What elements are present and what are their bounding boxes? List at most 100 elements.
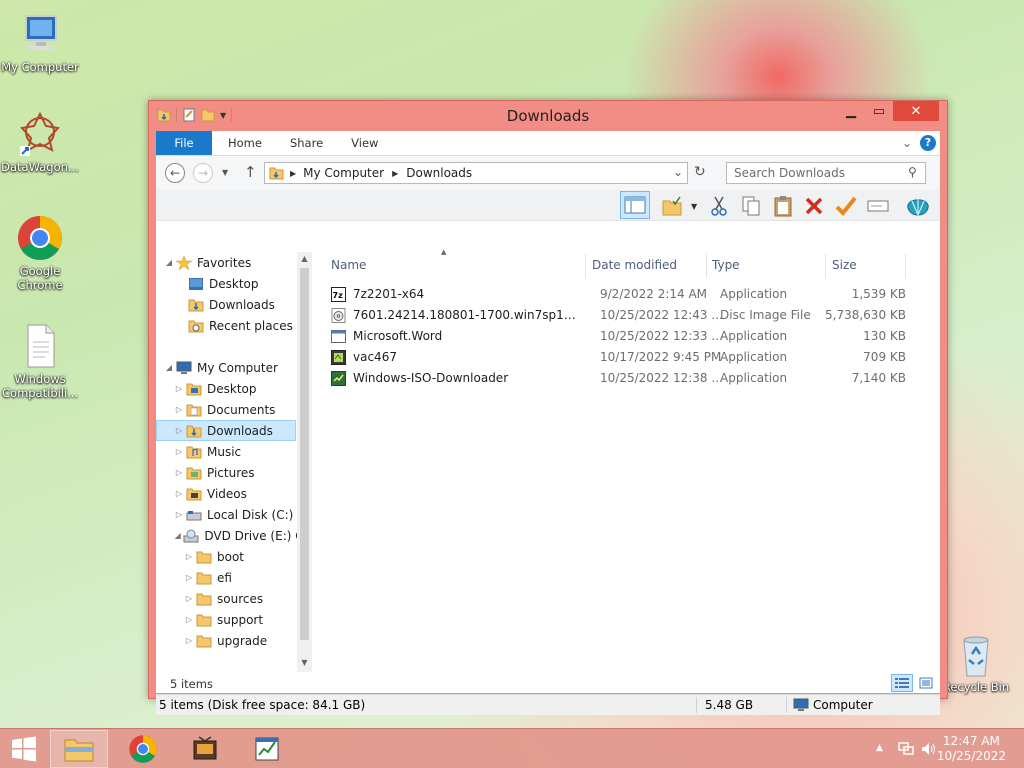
expand-arrow-icon[interactable]: ◢ (164, 258, 174, 267)
desktop-icon-recycle-bin[interactable]: Recycle Bin (936, 630, 1016, 694)
collapse-arrow-icon[interactable]: ▷ (174, 384, 184, 393)
breadcrumb-downloads[interactable]: Downloads (406, 166, 472, 180)
nav-fav-recent[interactable]: Recent places (176, 315, 296, 336)
nav-videos[interactable]: ▷ Videos (174, 483, 296, 504)
nav-dvd-drive[interactable]: ◢ DVD Drive (E:) CC (174, 525, 312, 546)
desktop-icon-google-chrome[interactable]: Google Chrome (0, 214, 80, 292)
recent-locations-icon[interactable]: ▼ (222, 168, 228, 177)
search-icon[interactable]: ⚲ (908, 165, 917, 179)
nav-fav-downloads[interactable]: Downloads (176, 294, 296, 315)
network-icon[interactable] (897, 741, 915, 757)
nav-documents[interactable]: ▷ Documents (174, 399, 296, 420)
desktop-icon-datawagon[interactable]: DataWagon... (0, 110, 80, 174)
help-button[interactable]: ? (920, 135, 936, 151)
file-row[interactable]: 7z 7z2201-x64 9/2/2022 2:14 AM Applicati… (329, 284, 909, 305)
scroll-up-icon[interactable]: ▲ (297, 254, 312, 263)
maximize-button[interactable]: ▭ (865, 101, 893, 121)
tab-file[interactable]: File (156, 131, 212, 155)
system-clock[interactable]: 12:47 AM 10/25/2022 (937, 734, 1006, 764)
collapse-arrow-icon[interactable]: ▷ (174, 447, 184, 456)
preview-pane-button[interactable] (620, 191, 650, 219)
collapse-arrow-icon[interactable]: ▷ (174, 468, 184, 477)
nav-downloads[interactable]: ▷ Downloads (156, 420, 296, 441)
column-size[interactable]: Size (832, 258, 857, 272)
address-dropdown-icon[interactable]: ⌄ (673, 165, 683, 179)
column-name[interactable]: Name (331, 258, 366, 272)
cut-button[interactable] (707, 194, 731, 218)
nav-local-disk[interactable]: ▷ Local Disk (C:) (174, 504, 296, 525)
file-row[interactable]: 7601.24214.180801-1700.win7sp1_ldr_escr.… (329, 305, 909, 326)
collapse-arrow-icon[interactable]: ▷ (184, 636, 194, 645)
column-date-modified[interactable]: Date modified (592, 258, 677, 272)
nav-label: Videos (207, 486, 247, 501)
taskbar-chrome[interactable] (114, 730, 172, 768)
nav-support[interactable]: ▷ support (184, 609, 296, 630)
file-row[interactable]: vac467 10/17/2022 9:45 PM Application 70… (329, 347, 909, 368)
content-area: ◢ Favorites Desktop Downloads Recent pla… (156, 248, 940, 672)
collapse-arrow-icon[interactable]: ▷ (174, 510, 184, 519)
taskbar-file-explorer[interactable] (50, 730, 108, 768)
show-hidden-icons-icon[interactable]: ▲ (876, 743, 883, 753)
copy-button[interactable] (739, 194, 763, 218)
checkmark-button[interactable] (834, 194, 858, 218)
tab-view[interactable]: View (337, 131, 392, 155)
scroll-down-icon[interactable]: ▼ (297, 658, 312, 667)
collapse-arrow-icon[interactable]: ▷ (184, 552, 194, 561)
nav-boot[interactable]: ▷ boot (184, 546, 296, 567)
nav-fav-desktop[interactable]: Desktop (176, 273, 296, 294)
file-type: Application (720, 371, 788, 385)
nav-scrollbar[interactable]: ▲ ▼ (297, 252, 312, 672)
minimize-button[interactable]: ▁ (837, 101, 865, 121)
nav-pictures[interactable]: ▷ Pictures (174, 462, 296, 483)
new-folder-button[interactable] (660, 194, 684, 218)
column-type[interactable]: Type (712, 258, 740, 272)
taskbar-app-4[interactable] (238, 730, 296, 768)
tab-home[interactable]: Home (214, 131, 276, 155)
nav-sources[interactable]: ▷ sources (184, 588, 296, 609)
collapse-arrow-icon[interactable]: ▷ (184, 615, 194, 624)
collapse-arrow-icon[interactable]: ▷ (174, 405, 184, 414)
up-button[interactable]: ↑ (244, 163, 257, 181)
paste-button[interactable] (771, 194, 795, 218)
close-button[interactable]: ✕ (893, 101, 939, 121)
desktop-icon-my-computer[interactable]: My Computer (0, 10, 80, 74)
desktop-icon-windows-compatibility[interactable]: Windows Compatibili... (0, 322, 80, 400)
expand-arrow-icon[interactable]: ◢ (164, 363, 174, 372)
collapse-arrow-icon[interactable]: ▷ (174, 426, 184, 435)
delete-button[interactable] (802, 194, 826, 218)
back-button[interactable]: ← (165, 163, 185, 183)
collapse-arrow-icon[interactable]: ▷ (184, 594, 194, 603)
nav-upgrade[interactable]: ▷ upgrade (184, 630, 296, 651)
expand-arrow-icon[interactable]: ◢ (174, 531, 181, 540)
rename-button[interactable] (866, 194, 890, 218)
file-row[interactable]: Windows-ISO-Downloader 10/25/2022 12:38 … (329, 368, 909, 389)
taskbar-app-3[interactable] (176, 730, 234, 768)
nav-my-computer[interactable]: ◢ My Computer (164, 357, 296, 378)
nav-favorites[interactable]: ◢ Favorites (164, 252, 296, 273)
file-size: 1,539 KB (851, 287, 906, 301)
refresh-button[interactable]: ↻ (694, 164, 706, 180)
breadcrumb-separator-icon[interactable]: ▶ (290, 169, 296, 178)
scrollbar-thumb[interactable] (300, 268, 309, 640)
search-input[interactable]: Search Downloads (726, 162, 926, 184)
tab-share[interactable]: Share (276, 131, 337, 155)
address-bar[interactable]: ▶ My Computer ▶ Downloads ⌄ (264, 162, 688, 184)
documents-folder-icon (186, 404, 202, 416)
breadcrumb-my-computer[interactable]: My Computer (303, 166, 384, 180)
toolbar-dropdown-icon[interactable]: ▼ (691, 202, 697, 211)
title-bar[interactable]: ▼ Downloads ▁ ▭ ✕ (149, 101, 947, 131)
details-view-button[interactable] (891, 674, 913, 692)
file-row[interactable]: Microsoft.Word 10/25/2022 12:33 ... Appl… (329, 326, 909, 347)
nav-desktop[interactable]: ▷ Desktop (174, 378, 296, 399)
forward-button[interactable]: → (193, 163, 213, 183)
nav-music[interactable]: ▷ Music (174, 441, 296, 462)
shell-button[interactable] (906, 194, 930, 218)
volume-icon[interactable] (920, 741, 938, 757)
expand-ribbon-icon[interactable]: ⌄ (902, 136, 912, 150)
collapse-arrow-icon[interactable]: ▷ (184, 573, 194, 582)
nav-efi[interactable]: ▷ efi (184, 567, 296, 588)
breadcrumb-separator-icon[interactable]: ▶ (392, 169, 398, 178)
large-icons-view-button[interactable] (916, 674, 936, 692)
start-button[interactable] (0, 730, 48, 768)
collapse-arrow-icon[interactable]: ▷ (174, 489, 184, 498)
